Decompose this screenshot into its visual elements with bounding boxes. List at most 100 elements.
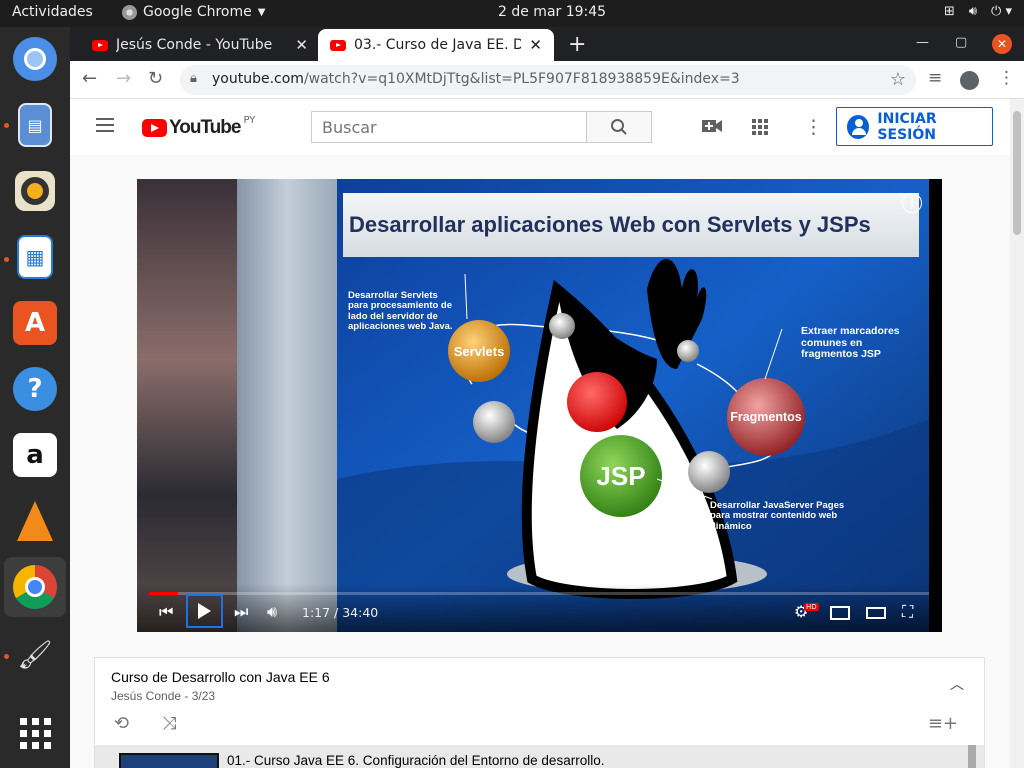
clock[interactable]: 2 de mar 19:45 bbox=[498, 4, 606, 20]
country-code: PY bbox=[243, 114, 256, 126]
settings-menu-icon[interactable]: ⋮ bbox=[804, 116, 823, 138]
miniplayer-icon[interactable] bbox=[830, 606, 850, 620]
hd-badge: HD bbox=[804, 603, 819, 611]
back-arrow-icon[interactable]: ← bbox=[82, 68, 97, 89]
theater-mode-icon[interactable] bbox=[866, 607, 886, 619]
activities-button[interactable]: Actividades bbox=[12, 4, 93, 20]
dock-files[interactable]: ▤ bbox=[11, 101, 59, 149]
search-button[interactable] bbox=[587, 111, 652, 143]
writer-icon: ▦ bbox=[17, 235, 53, 279]
close-window-icon[interactable]: ✕ bbox=[992, 34, 1012, 54]
dock: ▤ ▦ A ? a 🖌︎ bbox=[0, 27, 70, 768]
info-icon[interactable]: i bbox=[902, 193, 922, 213]
youtube-favicon-icon bbox=[92, 39, 108, 51]
playlist-item-thumbnail bbox=[119, 753, 219, 768]
dock-amazon[interactable]: a bbox=[11, 431, 59, 479]
playlist-title[interactable]: Curso de Desarrollo con Java EE 6 bbox=[111, 669, 330, 685]
software-icon: A bbox=[13, 301, 57, 345]
tab-curso-java[interactable]: 03.- Curso de Java EE. Des ✕ bbox=[318, 29, 554, 61]
chrome-menu-icon[interactable]: ⋮ bbox=[998, 68, 1015, 88]
dock-vlc[interactable] bbox=[11, 497, 59, 545]
amazon-icon: a bbox=[13, 433, 57, 477]
chrome-window: Jesús Conde - YouTube ✕ 03.- Curso de Ja… bbox=[70, 27, 1024, 768]
scrollbar-thumb[interactable] bbox=[1013, 111, 1021, 235]
bookmark-star-icon[interactable]: ☆ bbox=[890, 69, 906, 90]
time-display: 1:17 / 34:40 bbox=[302, 605, 379, 620]
fragments-description: Extraer marcadores comunes en fragmentos… bbox=[801, 325, 900, 361]
next-icon[interactable]: ⏭︎ bbox=[234, 602, 248, 622]
dock-chromium[interactable] bbox=[11, 35, 59, 83]
search-input[interactable] bbox=[311, 111, 587, 143]
chevron-up-icon[interactable]: ︿ bbox=[950, 674, 964, 694]
progress-played bbox=[149, 592, 178, 595]
youtube-logo[interactable]: YouTube PY bbox=[142, 114, 256, 139]
files-icon: ▤ bbox=[18, 103, 52, 147]
address-bar[interactable]: 🔒︎ youtube.com/watch?v=q10XMtDjTtg&list=… bbox=[180, 65, 916, 95]
app-grid-icon bbox=[19, 717, 51, 749]
search-icon bbox=[611, 119, 627, 135]
hamburger-menu-icon[interactable] bbox=[96, 118, 114, 132]
previous-icon[interactable]: ⏮︎ bbox=[159, 602, 173, 622]
browser-toolbar: ← → ↻ 🔒︎ youtube.com/watch?v=q10XMtDjTtg… bbox=[70, 61, 1024, 99]
dock-show-apps[interactable] bbox=[11, 709, 59, 757]
youtube-wordmark: YouTube bbox=[169, 117, 241, 138]
tab-strip: Jesús Conde - YouTube ✕ 03.- Curso de Ja… bbox=[70, 27, 1024, 61]
running-indicator bbox=[4, 654, 9, 659]
shuffle-icon[interactable]: ⤨ bbox=[162, 713, 176, 734]
system-tray[interactable]: ⊞ 🔊︎ ⏻ ▾ bbox=[944, 4, 1012, 19]
progress-bar[interactable] bbox=[149, 592, 929, 595]
bubble-fragmentos-label: Fragmentos bbox=[730, 410, 802, 424]
new-tab-button[interactable]: + bbox=[568, 32, 586, 57]
chevron-down-icon: ▼ bbox=[257, 6, 266, 18]
volume-icon[interactable]: 🔊︎ bbox=[267, 602, 277, 622]
forward-arrow-icon[interactable]: → bbox=[116, 68, 131, 89]
page-scrollbar[interactable] bbox=[1010, 99, 1024, 768]
dock-rhythmbox[interactable] bbox=[11, 167, 59, 215]
close-tab-icon[interactable]: ✕ bbox=[295, 36, 308, 54]
url-text: youtube.com/watch?v=q10XMtDjTtg&list=PL5… bbox=[212, 71, 740, 87]
sign-in-button[interactable]: INICIAR SESIÓN bbox=[836, 107, 993, 146]
youtube-header: YouTube PY ⋮ INICIAR SESIÓN bbox=[70, 99, 1010, 155]
running-indicator bbox=[4, 257, 9, 262]
dock-writer[interactable]: ▦ bbox=[11, 233, 59, 281]
minimize-icon[interactable]: — bbox=[916, 35, 929, 50]
tab-title: Jesús Conde - YouTube bbox=[116, 37, 273, 53]
fullscreen-icon[interactable]: ⛶ bbox=[902, 602, 913, 622]
app-menu[interactable]: Google Chrome ▼ bbox=[122, 4, 265, 20]
rhythmbox-icon bbox=[15, 171, 55, 211]
dock-software[interactable]: A bbox=[11, 299, 59, 347]
slide-title: Desarrollar aplicaciones Web con Servlet… bbox=[349, 212, 871, 237]
playlist-item[interactable]: 01.- Curso Java EE 6. Configuración del … bbox=[95, 745, 984, 768]
gimp-icon: 🖌︎ bbox=[17, 637, 53, 671]
url-path: /watch?v=q10XMtDjTtg&list=PL5F907F818938… bbox=[303, 71, 740, 87]
url-host: youtube.com bbox=[212, 71, 304, 87]
chrome-icon bbox=[122, 4, 137, 20]
dock-chrome[interactable] bbox=[4, 557, 66, 617]
youtube-favicon-icon bbox=[330, 39, 346, 51]
slide-title-box: Desarrollar aplicaciones Web con Servlet… bbox=[343, 193, 919, 257]
playlist-subtitle[interactable]: Jesús Conde - 3/23 bbox=[111, 689, 215, 703]
youtube-apps-icon[interactable] bbox=[752, 119, 768, 135]
profile-icon[interactable] bbox=[960, 71, 979, 90]
maximize-icon[interactable]: ▢ bbox=[955, 35, 967, 50]
youtube-page: YouTube PY ⋮ INICIAR SESIÓN bbox=[70, 99, 1010, 768]
save-playlist-icon[interactable]: ≡+ bbox=[928, 713, 958, 734]
dock-help[interactable]: ? bbox=[11, 365, 59, 413]
vlc-icon bbox=[17, 501, 53, 541]
close-tab-icon[interactable]: ✕ bbox=[529, 36, 542, 54]
play-button[interactable] bbox=[186, 594, 223, 628]
video-player[interactable]: Desarrollar aplicaciones Web con Servlet… bbox=[137, 179, 942, 632]
running-indicator bbox=[4, 123, 9, 128]
reload-icon[interactable]: ↻ bbox=[148, 68, 163, 89]
tab-jesus-conde[interactable]: Jesús Conde - YouTube ✕ bbox=[80, 29, 320, 61]
dock-gimp[interactable]: 🖌︎ bbox=[11, 630, 59, 678]
loop-icon[interactable]: ⟲ bbox=[114, 713, 129, 734]
network-icon: ⊞ bbox=[943, 4, 955, 19]
create-video-icon[interactable] bbox=[702, 118, 722, 134]
help-icon: ? bbox=[13, 367, 57, 411]
media-control-icon[interactable]: ≡ bbox=[928, 68, 942, 88]
chromium-icon bbox=[13, 37, 57, 81]
app-menu-label: Google Chrome bbox=[143, 4, 252, 20]
chrome-icon bbox=[13, 565, 57, 609]
playlist-scrollbar[interactable] bbox=[968, 745, 976, 768]
